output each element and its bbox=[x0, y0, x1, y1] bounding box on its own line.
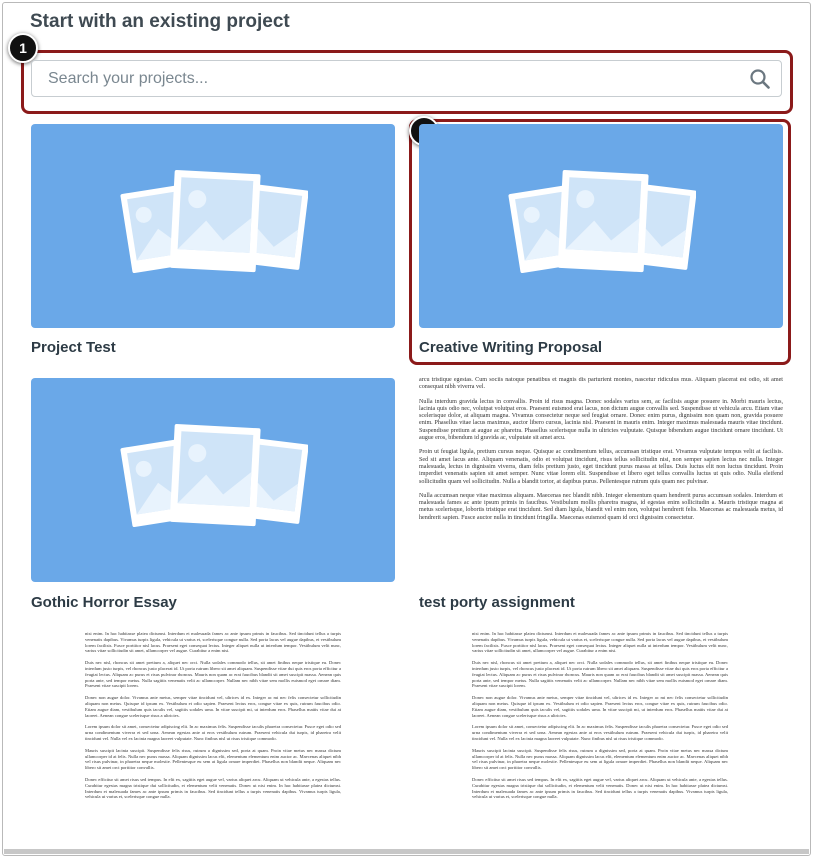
search-input[interactable] bbox=[32, 61, 738, 96]
doc-paragraph: Proin ut feugiat ligula, pretium cursus … bbox=[419, 449, 783, 485]
doc-paragraph: Nulla interdum gravida lectus in convall… bbox=[419, 398, 783, 442]
doc-paragraph: Duis nec nisl, rhoncus sit amet pretium … bbox=[85, 660, 341, 689]
doc-paragraph: Duis nec nisl, rhoncus sit amet pretium … bbox=[472, 660, 728, 689]
search-icon[interactable] bbox=[749, 68, 771, 90]
project-thumbnail-document-preview[interactable]: nisi enim. In hac habitasse platea dictu… bbox=[85, 631, 341, 844]
callout-number-1: 1 bbox=[8, 33, 38, 63]
project-title[interactable]: Project Test bbox=[31, 339, 116, 356]
project-title[interactable]: Gothic Horror Essay bbox=[31, 594, 177, 611]
doc-paragraph: Mauris suscipit lacinia suscipit. Suspen… bbox=[85, 747, 341, 771]
project-thumbnail-gothic-horror[interactable] bbox=[31, 378, 395, 582]
placeholder-image-icon bbox=[120, 423, 308, 528]
doc-paragraph: Donec non augue dolor. Vivamus ante metu… bbox=[85, 695, 341, 718]
project-title[interactable]: Creative Writing Proposal bbox=[419, 339, 602, 356]
doc-paragraph: Lorem ipsum dolor sit amet, consectetur … bbox=[85, 724, 341, 741]
doc-paragraph: Donec non augue dolor. Vivamus ante metu… bbox=[472, 695, 728, 718]
doc-paragraph: Donec efficitur sit amet risus sed tempu… bbox=[472, 776, 728, 800]
project-thumbnail-creative-writing[interactable] bbox=[419, 124, 783, 328]
placeholder-image-icon bbox=[508, 169, 696, 274]
doc-paragraph: arcu tristique egestas. Cum sociis natoq… bbox=[419, 377, 783, 391]
project-thumbnail-project-test[interactable] bbox=[31, 124, 395, 328]
doc-paragraph: Lorem ipsum dolor sit amet, consectetur … bbox=[472, 724, 728, 741]
search-box bbox=[31, 60, 782, 97]
scrollbar-track[interactable] bbox=[4, 849, 809, 854]
doc-paragraph: nisi enim. In hac habitasse platea dictu… bbox=[472, 631, 728, 654]
doc-paragraph: Donec efficitur sit amet risus sed tempu… bbox=[85, 776, 341, 800]
doc-paragraph: Mauris suscipit lacinia suscipit. Suspen… bbox=[472, 747, 728, 771]
doc-paragraph: nisi enim. In hac habitasse platea dictu… bbox=[85, 631, 341, 654]
placeholder-image-icon bbox=[120, 169, 308, 274]
project-title[interactable]: test porty assignment bbox=[419, 594, 575, 611]
project-thumbnail-document-preview[interactable]: arcu tristique egestas. Cum sociis natoq… bbox=[419, 377, 783, 581]
project-thumbnail-document-preview[interactable]: nisi enim. In hac habitasse platea dictu… bbox=[472, 631, 728, 844]
doc-paragraph: Nulla accumsan neque vitae maximus aliqu… bbox=[419, 492, 783, 521]
page-title: Start with an existing project bbox=[30, 11, 290, 32]
